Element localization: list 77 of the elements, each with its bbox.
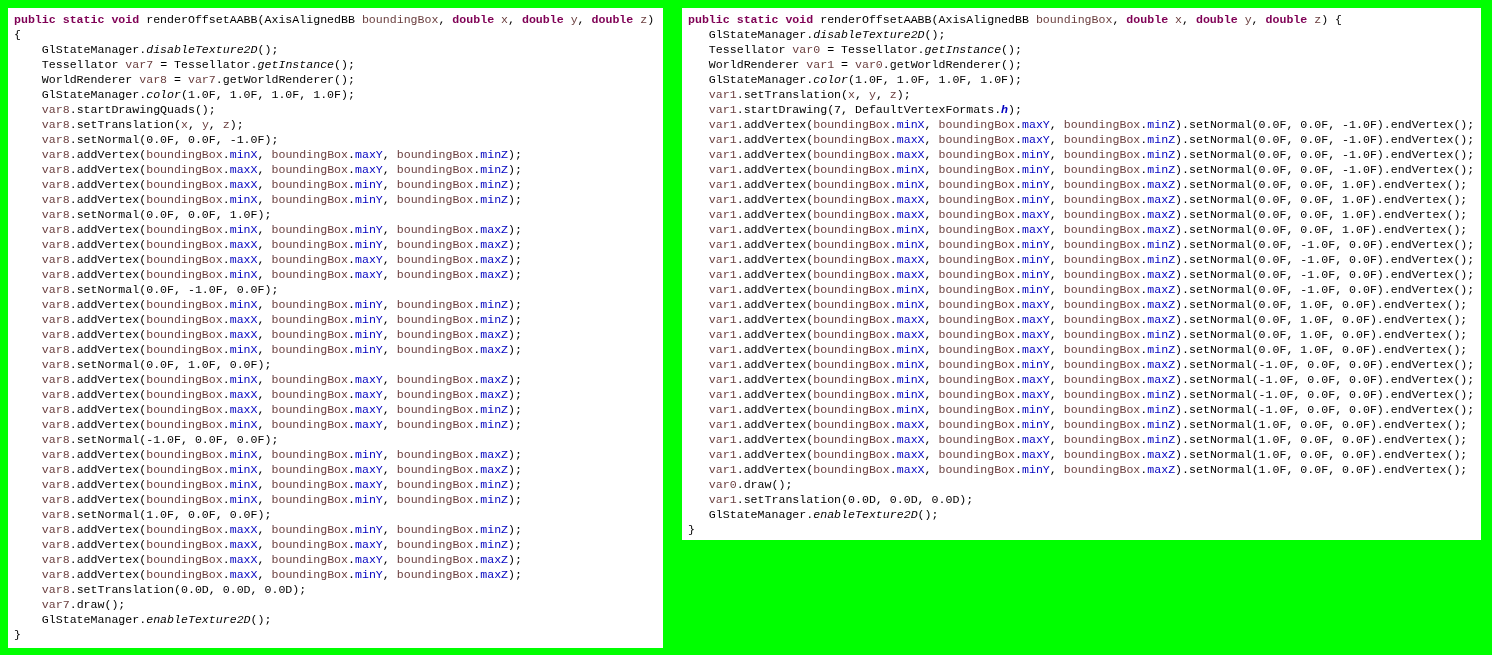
code-line: var1.addVertex(boundingBox.minX, boundingBox.maxY, boundingBox.minZ).setNormal(-1.0F, 0.0F, 0.0F).endVertex(); bbox=[708, 387, 1475, 402]
code-line: var8.addVertex(boundingBox.maxX, boundingBox.maxY, boundingBox.minZ); bbox=[41, 162, 522, 177]
code-line: var1.addVertex(boundingBox.maxX, boundingBox.minY, boundingBox.maxZ).setNormal(0.0F, 0.0F, 1.0F).endVertex(); bbox=[708, 192, 1468, 207]
code-line: var8.setNormal(-1.0F, 0.0F, 0.0F); bbox=[41, 432, 279, 447]
code-line: GlStateManager.disableTexture2D(); bbox=[708, 27, 946, 42]
code-line: GlStateManager.color(1.0F, 1.0F, 1.0F, 1.0F); bbox=[41, 87, 355, 102]
code-line: var8.startDrawingQuads(); bbox=[41, 102, 216, 117]
code-line: var1.addVertex(boundingBox.maxX, boundingBox.minY, boundingBox.maxZ).setNormal(1.0F, 0.0F, 0.0F).endVertex(); bbox=[708, 462, 1468, 477]
code-line: var1.addVertex(boundingBox.minX, boundingBox.minY, boundingBox.minZ).setNormal(0.0F, 0.0F, -1.0F).endVertex(); bbox=[708, 162, 1475, 177]
code-line: var1.startDrawing(7, DefaultVertexFormats.h); bbox=[708, 102, 1022, 117]
code-line: var8.addVertex(boundingBox.maxX, boundingBox.maxY, boundingBox.maxZ); bbox=[41, 252, 522, 267]
code-line: var8.addVertex(boundingBox.minX, boundingBox.minY, boundingBox.maxZ); bbox=[41, 342, 522, 357]
code-line: var1.addVertex(boundingBox.minX, boundingBox.maxY, boundingBox.minZ).setNormal(0.0F, 0.0F, -1.0F).endVertex(); bbox=[708, 117, 1475, 132]
code-line: var1.addVertex(boundingBox.maxX, boundingBox.minY, boundingBox.minZ).setNormal(1.0F, 0.0F, 0.0F).endVertex(); bbox=[708, 417, 1468, 432]
code-line: var8.addVertex(boundingBox.maxX, boundingBox.minY, boundingBox.maxZ); bbox=[41, 567, 522, 582]
code-line: var8.setNormal(0.0F, 1.0F, 0.0F); bbox=[41, 357, 272, 372]
code-line: GlStateManager.enableTexture2D(); bbox=[708, 507, 939, 522]
code-line: var1.addVertex(boundingBox.maxX, boundingBox.maxY, boundingBox.maxZ).setNormal(1.0F, 0.0F, 0.0F).endVertex(); bbox=[708, 447, 1468, 462]
code-line: var8.addVertex(boundingBox.minX, boundingBox.minY, boundingBox.minZ); bbox=[41, 192, 522, 207]
code-line: var8.addVertex(boundingBox.maxX, boundingBox.maxY, boundingBox.minZ); bbox=[41, 537, 522, 552]
code-line: var1.addVertex(boundingBox.minX, boundingBox.minY, boundingBox.maxZ).setNormal(0.0F, -1.0F, 0.0F).endVertex(); bbox=[708, 282, 1475, 297]
code-line: var8.addVertex(boundingBox.minX, boundingBox.maxY, boundingBox.minZ); bbox=[41, 417, 522, 432]
code-line: WorldRenderer var1 = var0.getWorldRenderer(); bbox=[708, 57, 1022, 72]
code-line: var8.addVertex(boundingBox.minX, boundingBox.minY, boundingBox.minZ); bbox=[41, 297, 522, 312]
code-line: Tessellator var7 = Tessellator.getInstance(); bbox=[41, 57, 355, 72]
code-line: var1.addVertex(boundingBox.maxX, boundingBox.minY, boundingBox.maxZ).setNormal(0.0F, -1.0F, 0.0F).endVertex(); bbox=[708, 267, 1475, 282]
code-line: var7.draw(); bbox=[41, 597, 126, 612]
code-line: var1.addVertex(boundingBox.maxX, boundingBox.maxY, boundingBox.minZ).setNormal(1.0F, 0.0F, 0.0F).endVertex(); bbox=[708, 432, 1468, 447]
code-line: var1.addVertex(boundingBox.minX, boundingBox.maxY, boundingBox.minZ).setNormal(0.0F, 1.0F, 0.0F).endVertex(); bbox=[708, 342, 1468, 357]
code-line: var8.addVertex(boundingBox.minX, boundingBox.minY, boundingBox.maxZ); bbox=[41, 447, 522, 462]
code-line: var1.setTranslation(0.0D, 0.0D, 0.0D); bbox=[708, 492, 974, 507]
code-line: var1.addVertex(boundingBox.maxX, boundingBox.maxY, boundingBox.minZ).setNormal(0.0F, 0.0F, -1.0F).endVertex(); bbox=[708, 132, 1475, 147]
code-line: var8.addVertex(boundingBox.maxX, boundingBox.minY, boundingBox.minZ); bbox=[41, 522, 522, 537]
code-line: var1.setTranslation(x, y, z); bbox=[708, 87, 911, 102]
code-line: var8.setNormal(0.0F, 0.0F, 1.0F); bbox=[41, 207, 272, 222]
code-line: var1.addVertex(boundingBox.minX, boundingBox.maxY, boundingBox.maxZ).setNormal(0.0F, 0.0F, 1.0F).endVertex(); bbox=[708, 222, 1468, 237]
code-line: var8.addVertex(boundingBox.maxX, boundingBox.minY, boundingBox.minZ); bbox=[41, 312, 522, 327]
code-line: var1.addVertex(boundingBox.minX, boundingBox.minY, boundingBox.maxZ).setNormal(0.0F, 0.0F, 1.0F).endVertex(); bbox=[708, 177, 1468, 192]
code-line: } bbox=[688, 522, 695, 537]
code-line: var1.addVertex(boundingBox.maxX, boundingBox.minY, boundingBox.minZ).setNormal(0.0F, -1.0F, 0.0F).endVertex(); bbox=[708, 252, 1475, 267]
code-line: var1.addVertex(boundingBox.minX, boundingBox.minY, boundingBox.minZ).setNormal(-1.0F, 0.0F, 0.0F).endVertex(); bbox=[708, 402, 1475, 417]
code-line: GlStateManager.disableTexture2D(); bbox=[41, 42, 279, 57]
code-line: var8.addVertex(boundingBox.minX, boundingBox.maxY, boundingBox.minZ); bbox=[41, 477, 522, 492]
code-line: var1.addVertex(boundingBox.maxX, boundingBox.maxY, boundingBox.minZ).setNormal(0.0F, 1.0F, 0.0F).endVertex(); bbox=[708, 327, 1468, 342]
code-line: var8.addVertex(boundingBox.minX, boundingBox.maxY, boundingBox.maxZ); bbox=[41, 267, 522, 282]
code-line: var1.addVertex(boundingBox.minX, boundingBox.minY, boundingBox.minZ).setNormal(0.0F, -1.0F, 0.0F).endVertex(); bbox=[708, 237, 1475, 252]
code-line: var8.addVertex(boundingBox.minX, boundingBox.minY, boundingBox.minZ); bbox=[41, 492, 522, 507]
code-line: var8.setTranslation(x, y, z); bbox=[41, 117, 244, 132]
code-line: var1.addVertex(boundingBox.maxX, boundingBox.maxY, boundingBox.maxZ).setNormal(0.0F, 0.0F, 1.0F).endVertex(); bbox=[708, 207, 1468, 222]
code-line: var8.addVertex(boundingBox.maxX, boundingBox.minY, boundingBox.maxZ); bbox=[41, 237, 522, 252]
code-line: var8.addVertex(boundingBox.maxX, boundingBox.maxY, boundingBox.maxZ); bbox=[41, 552, 522, 567]
code-line: GlStateManager.color(1.0F, 1.0F, 1.0F, 1.0F); bbox=[708, 72, 1022, 87]
code-line: var8.setNormal(1.0F, 0.0F, 0.0F); bbox=[41, 507, 272, 522]
code-line: var8.setTranslation(0.0D, 0.0D, 0.0D); bbox=[41, 582, 307, 597]
code-line: var1.addVertex(boundingBox.minX, boundingBox.minY, boundingBox.maxZ).setNormal(-1.0F, 0.0F, 0.0F).endVertex(); bbox=[708, 357, 1475, 372]
code-line: var1.addVertex(boundingBox.minX, boundingBox.maxY, boundingBox.maxZ).setNormal(0.0F, 1.0F, 0.0F).endVertex(); bbox=[708, 297, 1468, 312]
code-line: var8.setNormal(0.0F, 0.0F, -1.0F); bbox=[41, 132, 279, 147]
code-line: } bbox=[14, 627, 21, 642]
code-line: var8.addVertex(boundingBox.minX, boundingBox.maxY, boundingBox.minZ); bbox=[41, 147, 522, 162]
code-line: var8.addVertex(boundingBox.minX, boundingBox.minY, boundingBox.maxZ); bbox=[41, 222, 522, 237]
code-line: var8.addVertex(boundingBox.maxX, boundingBox.maxY, boundingBox.maxZ); bbox=[41, 387, 522, 402]
code-line: var8.addVertex(boundingBox.minX, boundingBox.maxY, boundingBox.maxZ); bbox=[41, 372, 522, 387]
code-line: var8.addVertex(boundingBox.maxX, boundingBox.minY, boundingBox.maxZ); bbox=[41, 327, 522, 342]
code-line: public static void renderOffsetAABB(AxisAlignedBB boundingBox, double x, double y, double z) bbox=[14, 12, 655, 27]
code-line: var8.addVertex(boundingBox.maxX, boundingBox.minY, boundingBox.minZ); bbox=[41, 177, 522, 192]
code-line: { bbox=[14, 27, 21, 42]
code-line: var8.addVertex(boundingBox.maxX, boundingBox.maxY, boundingBox.minZ); bbox=[41, 402, 522, 417]
code-line: public static void renderOffsetAABB(AxisAlignedBB boundingBox, double x, double y, double z) { bbox=[688, 12, 1343, 27]
code-line: var8.setNormal(0.0F, -1.0F, 0.0F); bbox=[41, 282, 279, 297]
code-line: var1.addVertex(boundingBox.maxX, boundingBox.minY, boundingBox.minZ).setNormal(0.0F, 0.0F, -1.0F).endVertex(); bbox=[708, 147, 1475, 162]
code-line: Tessellator var0 = Tessellator.getInstance(); bbox=[708, 42, 1022, 57]
code-line: var0.draw(); bbox=[708, 477, 793, 492]
code-line: var1.addVertex(boundingBox.minX, boundingBox.maxY, boundingBox.maxZ).setNormal(-1.0F, 0.0F, 0.0F).endVertex(); bbox=[708, 372, 1475, 387]
code-line: var1.addVertex(boundingBox.maxX, boundingBox.maxY, boundingBox.maxZ).setNormal(0.0F, 1.0F, 0.0F).endVertex(); bbox=[708, 312, 1468, 327]
code-line: GlStateManager.enableTexture2D(); bbox=[41, 612, 272, 627]
code-line: WorldRenderer var8 = var7.getWorldRenderer(); bbox=[41, 72, 355, 87]
code-line: var8.addVertex(boundingBox.minX, boundingBox.maxY, boundingBox.maxZ); bbox=[41, 462, 522, 477]
